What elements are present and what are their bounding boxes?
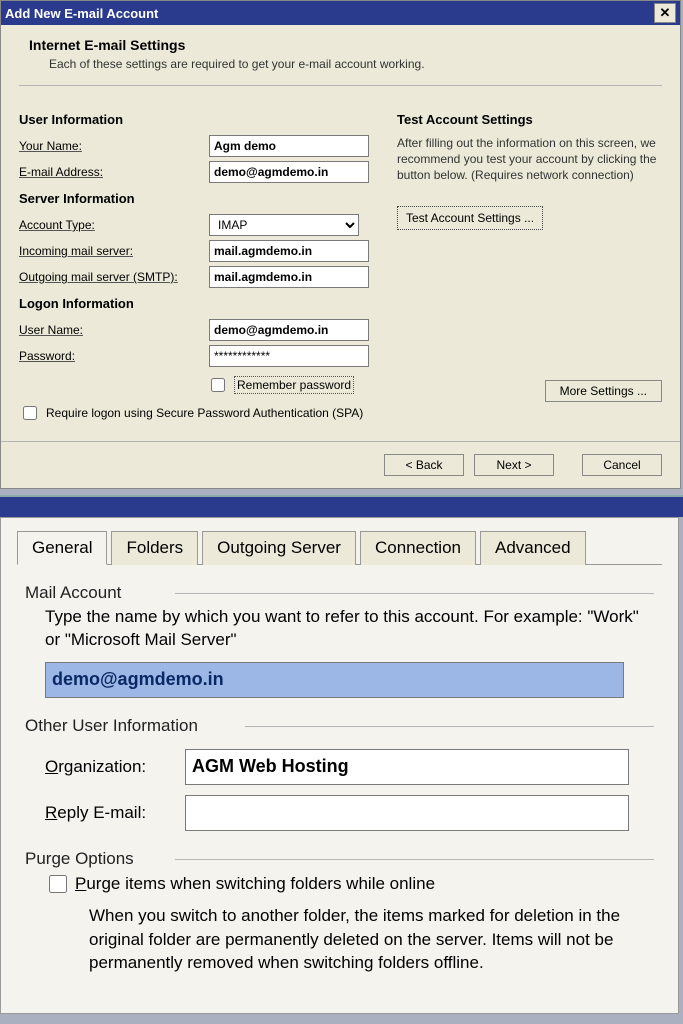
organization-input[interactable] [185,749,629,785]
background-bar [0,495,683,517]
purge-checkbox[interactable] [49,875,67,893]
outgoing-input[interactable] [209,266,369,288]
back-button[interactable]: < Back [384,454,464,476]
purge-title: Purge Options [25,849,654,869]
password-input[interactable] [209,345,369,367]
test-desc: After filling out the information on thi… [397,135,662,184]
serverinfo-section: Server Information [19,191,377,206]
settings-tabs: General Folders Outgoing Server Connecti… [17,530,662,565]
otheruser-title: Other User Information [25,716,654,736]
password-label: Password: [19,349,209,363]
email-input[interactable] [209,161,369,183]
mailaccount-title: Mail Account [25,583,654,603]
tab-advanced[interactable]: Advanced [480,531,586,565]
mailaccount-name-input[interactable] [45,662,624,698]
accounttype-select[interactable]: IMAP [209,214,359,236]
yourname-label: Your Name: [19,139,209,153]
dialog-subheading: Each of these settings are required to g… [49,57,662,71]
remember-label: Remember password [234,376,354,394]
accounttype-label: Account Type: [19,218,209,232]
close-button[interactable]: ✕ [654,3,676,23]
organization-label: Organization: [45,757,175,777]
tab-general[interactable]: General [17,531,107,565]
test-account-button[interactable]: Test Account Settings ... [397,206,543,230]
window-title: Add New E-mail Account [5,6,158,21]
userinfo-section: User Information [19,112,377,127]
incoming-input[interactable] [209,240,369,262]
incoming-label: Incoming mail server: [19,244,209,258]
mailaccount-desc: Type the name by which you want to refer… [45,606,642,652]
close-icon: ✕ [660,5,671,21]
outgoing-label: Outgoing mail server (SMTP): [19,270,209,284]
spa-label: Require logon using Secure Password Auth… [46,406,363,420]
username-input[interactable] [209,319,369,341]
purge-desc: When you switch to another folder, the i… [89,904,642,975]
tab-outgoing[interactable]: Outgoing Server [202,531,356,565]
reply-email-label: Reply E-mail: [45,803,175,823]
tab-folders[interactable]: Folders [111,531,198,565]
spa-checkbox[interactable] [23,406,37,420]
cancel-button[interactable]: Cancel [582,454,662,476]
next-button[interactable]: Next > [474,454,554,476]
test-heading: Test Account Settings [397,112,662,127]
purge-checkbox-label: Purge items when switching folders while… [75,874,435,894]
username-label: User Name: [19,323,209,337]
logon-section: Logon Information [19,296,377,311]
titlebar: Add New E-mail Account ✕ [1,1,680,25]
yourname-input[interactable] [209,135,369,157]
dialog-heading: Internet E-mail Settings [29,37,662,53]
remember-checkbox[interactable] [211,378,225,392]
reply-email-input[interactable] [185,795,629,831]
tab-connection[interactable]: Connection [360,531,476,565]
email-label: E-mail Address: [19,165,209,179]
more-settings-button[interactable]: More Settings ... [545,380,662,402]
